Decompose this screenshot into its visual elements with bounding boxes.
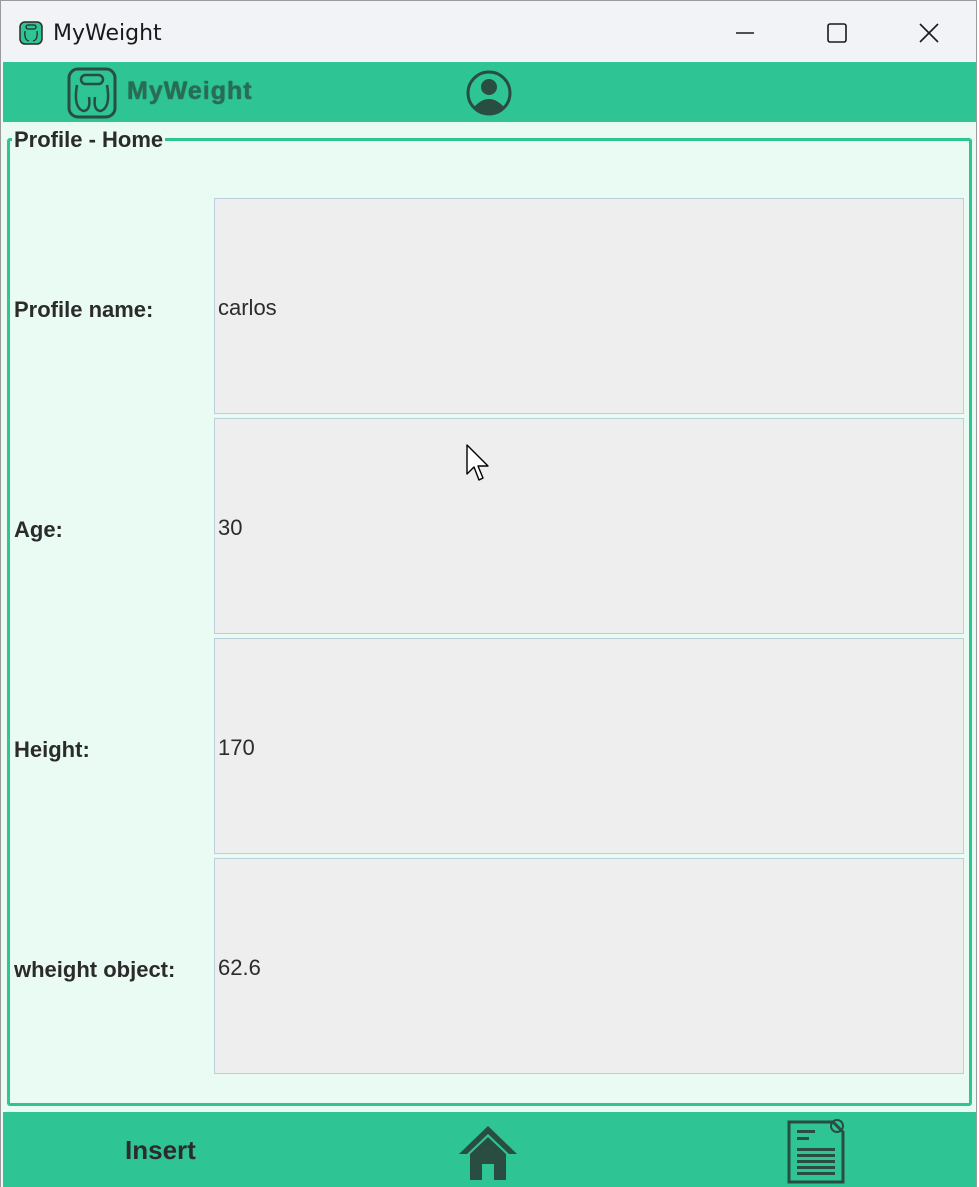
age-value: 30 [218,515,243,540]
age-label: Age: [14,517,63,542]
weight-goal-value: 62.6 [218,955,261,980]
panel-legend: Profile - Home [12,127,166,153]
insert-button[interactable]: Insert [111,1134,210,1166]
document-icon[interactable] [785,1118,847,1186]
profile-name-field[interactable]: carlos [214,198,964,414]
age-field[interactable]: 30 [214,418,964,634]
title-bar[interactable]: MyWeight [1,1,976,61]
profile-name-value: carlos [218,295,277,320]
minimize-icon [736,32,754,34]
height-value: 170 [218,735,255,760]
weight-goal-label: wheight object: [14,957,176,982]
scale-icon [19,21,43,45]
app-header: MyWeight [3,62,976,122]
weight-goal-field[interactable]: 62.6 [214,858,964,1074]
logo-text: MyWeight [127,77,253,105]
scale-icon [67,67,117,119]
height-label: Height: [14,737,90,762]
close-button[interactable] [909,17,949,49]
user-circle-icon[interactable] [465,69,513,117]
app-window: MyWeight MyWeight Profile - Home Profile… [0,0,977,1187]
close-icon [919,23,939,43]
bottom-nav: Insert [3,1112,976,1187]
home-icon[interactable] [457,1122,519,1184]
maximize-button[interactable] [817,17,857,49]
maximize-icon [827,23,847,43]
height-field[interactable]: 170 [214,638,964,854]
minimize-button[interactable] [725,17,765,49]
mouse-pointer-icon [466,444,489,481]
profile-name-label: Profile name: [14,297,154,322]
window-title: MyWeight [53,21,162,46]
